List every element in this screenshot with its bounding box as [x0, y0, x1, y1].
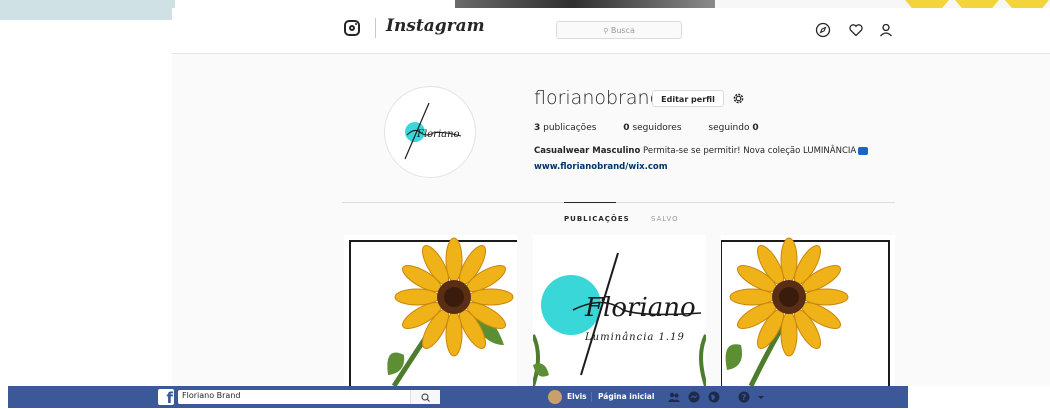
bio-text: Permita-se se permitir! Nova coleção LUM… [643, 146, 857, 156]
tab-posts[interactable]: PUBLICAÇÕES [564, 215, 630, 223]
sunflower-image [721, 237, 890, 386]
facebook-search-button[interactable] [410, 390, 440, 404]
profile-bio: Casualwear Masculino Permita-se se permi… [534, 146, 869, 156]
instagram-top-bar: Instagram ⚲ Busca [172, 8, 1050, 54]
profile-user-icon[interactable] [878, 22, 894, 38]
friend-requests-icon[interactable] [668, 391, 680, 403]
facebook-home-link[interactable]: Página inicial [598, 392, 654, 401]
post-thumbnail-logo[interactable]: Floriano Luminância 1.19 [533, 235, 706, 386]
sunflower-image [349, 237, 517, 386]
activity-heart-icon[interactable] [848, 22, 864, 38]
instagram-wordmark[interactable]: Instagram [386, 16, 485, 36]
facebook-logo-icon[interactable]: f [158, 389, 174, 405]
profile-stats: 3 publicações 0 seguidores seguindo 0 [534, 123, 783, 133]
facebook-user-avatar[interactable] [548, 390, 562, 404]
profile-website-link[interactable]: www.florianobrand/wix.com [534, 162, 668, 172]
profile-username: florianobrand [534, 87, 662, 109]
facebook-top-bar: f Floriano Brand Elvis Página inicial ? [8, 386, 908, 408]
messenger-icon[interactable] [688, 391, 700, 403]
following-stat[interactable]: seguindo 0 [708, 123, 758, 133]
posts-stat: 3 publicações [534, 123, 597, 133]
tabs-divider [342, 202, 895, 203]
logo-divider [375, 18, 376, 38]
post-thumbnail-sunflower[interactable] [721, 235, 895, 386]
help-icon[interactable]: ? [738, 391, 750, 403]
facebook-search-value: Floriano Brand [182, 391, 241, 400]
bio-name: Casualwear Masculino [534, 146, 641, 156]
edit-profile-button[interactable]: Editar perfil [652, 90, 724, 107]
post-thumbnail-sunflower[interactable] [344, 235, 517, 386]
facebook-nav-divider [591, 392, 592, 402]
instagram-camera-icon[interactable] [344, 20, 360, 36]
search-icon: ⚲ [603, 27, 609, 35]
search-input[interactable]: ⚲ Busca [556, 21, 682, 39]
search-placeholder: Busca [610, 26, 635, 35]
svg-text:?: ? [742, 393, 747, 402]
tab-saved[interactable]: SALVO [651, 215, 679, 223]
notifications-globe-icon[interactable] [708, 391, 720, 403]
avatar-brand-text: Floriano [417, 129, 460, 140]
chevron-down-icon[interactable] [755, 391, 767, 403]
followers-stat[interactable]: 0 seguidores [623, 123, 681, 133]
link-badge-icon [858, 146, 869, 155]
background-teal-panel [0, 0, 175, 20]
facebook-search-input[interactable]: Floriano Brand [178, 390, 440, 404]
settings-gear-icon[interactable] [732, 92, 745, 105]
instagram-profile-page: Instagram ⚲ Busca Floriano florianobrand… [172, 8, 1050, 386]
active-tab-indicator [564, 202, 616, 203]
search-icon [421, 393, 430, 402]
facebook-user-name[interactable]: Elvis [567, 392, 587, 401]
logo-post-sub-text: Luminância 1.19 [585, 332, 685, 343]
logo-post-brand-text: Floriano [585, 293, 696, 323]
explore-compass-icon[interactable] [815, 22, 831, 38]
profile-avatar[interactable]: Floriano [384, 86, 476, 178]
